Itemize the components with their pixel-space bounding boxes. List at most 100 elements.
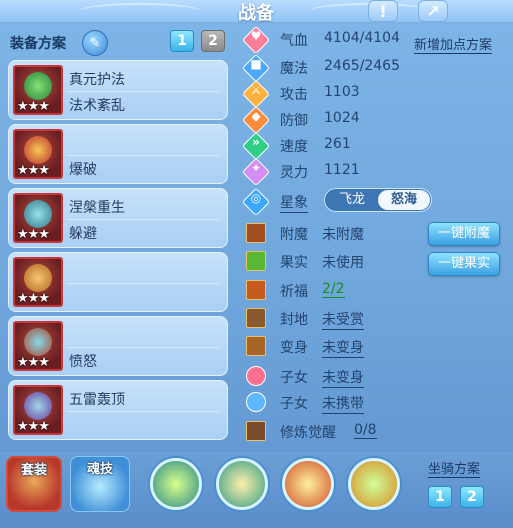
status-value[interactable]: 未变身 [322,367,364,388]
equipment-card[interactable]: ★★★ 真元护法 法术紊乱 [8,60,228,120]
status-value[interactable]: 未携带 [322,393,364,414]
soul-skill-tab[interactable]: 魂技 [70,456,130,512]
belt-icon: ★★★ [13,321,63,371]
equipment-effect: 五雷轰顶 [69,392,125,408]
star-rating: ★★★ [17,227,50,242]
star-sign-option-angry-sea[interactable]: 怒海 [378,190,430,210]
mount-plan-1-button[interactable]: 1 [428,486,452,508]
armor-art [24,264,52,292]
equipment-effect: 躲避 [69,226,97,242]
attribute-label: 防御 [280,113,308,129]
equipment-effect: 涅槃重生 [69,200,125,216]
share-icon[interactable]: ↗ [418,0,448,22]
skill-orb-icon[interactable] [348,458,400,510]
equipment-effect: 法术紊乱 [69,98,125,114]
equipment-card[interactable]: ★★★ 爆破 [8,124,228,184]
attribute-label: 攻击 [280,87,308,103]
status-value[interactable]: 0/8 [354,422,377,439]
skill-orb-icon[interactable] [150,458,202,510]
equipment-effect: 真元护法 [69,72,125,88]
status-label: 祈福 [280,284,308,300]
attribute-label: 灵力 [280,165,308,181]
attribute-value: 1103 [324,84,360,100]
new-allocation-plan-link[interactable]: 新增加点方案 [414,34,493,54]
status-label: 子女 [280,396,308,412]
fruit-icon [246,251,266,271]
skill-orb-icon[interactable] [216,458,268,510]
necklace-icon: ★★★ [13,193,63,243]
divider [67,347,219,348]
divider [67,219,219,220]
status-row-fruit: 果实 未使用 [244,250,424,272]
status-row-child: 子女 未变身 [244,365,424,388]
attribute-label: 速度 [280,139,308,155]
paw-icon [246,392,266,412]
status-value[interactable]: 2/2 [322,281,345,298]
attribute-value: 1024 [324,110,360,126]
status-label: 封地 [280,312,308,328]
page-title: 战备 [238,3,274,24]
status-value: 未使用 [322,255,364,271]
weapon-art [24,72,52,100]
defense-glyph: ◆ [251,109,261,123]
suit-tab[interactable]: 套装 [6,456,62,512]
enchant-icon [246,223,266,243]
title-bar: 战备 ! ↗ [0,0,513,24]
mount-plan-2-button[interactable]: 2 [460,486,484,508]
one-click-fruit-button[interactable]: 一键果实 [428,252,500,276]
boots-icon: ★★★ [13,385,63,435]
heart-glyph: ♥ [250,29,262,43]
equipment-card[interactable]: ★★★ [8,252,228,312]
attribute-row-spirit: ✦ 灵力 1121 [241,157,414,187]
speed-glyph: » [252,135,260,149]
title-ornament-left [80,3,200,19]
status-value[interactable]: 未变身 [322,337,364,358]
equipment-plan-2-button[interactable]: 2 [201,30,225,52]
star-sign-toggle[interactable]: 飞龙 怒海 [324,188,432,212]
equipment-card[interactable]: ★★★ 五雷轰顶 [8,380,228,440]
skill-orb-icon[interactable] [282,458,334,510]
status-row-child-carry: 子女 未携带 [244,391,424,414]
soul-skill-tab-label: 魂技 [86,462,113,477]
status-value[interactable]: 未受赏 [322,309,364,330]
star-sign-option-flying-dragon[interactable]: 飞龙 [326,190,378,210]
equipment-plan-label: 装备方案 [10,36,66,52]
edit-icon[interactable]: ✎ [82,30,108,56]
transform-icon [246,336,266,356]
attribute-label: 魔法 [280,61,308,77]
one-click-enchant-button[interactable]: 一键附魔 [428,222,500,246]
attribute-row-defense: ◆ 防御 1024 [241,105,414,135]
status-label: 修炼觉醒 [280,425,336,441]
attack-glyph: ⚔ [250,83,262,97]
attribute-row-mp: ■ 魔法 2465/2465 [241,53,414,83]
status-row-enchant: 附魔 未附魔 [244,222,424,244]
weapon-icon: ★★★ [13,65,63,115]
equipment-plan-1-button[interactable]: 1 [170,30,194,52]
mana-glyph: ■ [250,57,262,71]
armor-icon: ★★★ [13,257,63,307]
divider [67,411,219,412]
child-icon [246,366,266,386]
star-sign-glyph: ◎ [250,191,262,205]
fief-icon [246,308,266,328]
divider [67,91,219,92]
status-label: 附魔 [280,227,308,243]
cultivation-icon [246,421,266,441]
star-rating: ★★★ [17,99,50,114]
attribute-row-attack: ⚔ 攻击 1103 [241,79,414,109]
blessing-icon [246,280,266,300]
spirit-glyph: ✦ [250,161,262,175]
mount-plan-label[interactable]: 坐骑方案 [428,458,481,478]
attribute-value: 4104/4104 [324,30,400,46]
info-icon[interactable]: ! [368,0,398,22]
star-sign-label[interactable]: 星象 [280,192,308,213]
equipment-card[interactable]: ★★★ 涅槃重生 躲避 [8,188,228,248]
necklace-art [24,200,52,228]
status-label: 子女 [280,370,308,386]
status-value: 未附魔 [322,227,364,243]
star-rating: ★★★ [17,163,50,178]
star-rating: ★★★ [17,291,50,306]
star-rating: ★★★ [17,355,50,370]
equipment-card[interactable]: ★★★ 愤怒 [8,316,228,376]
belt-art [24,328,52,356]
